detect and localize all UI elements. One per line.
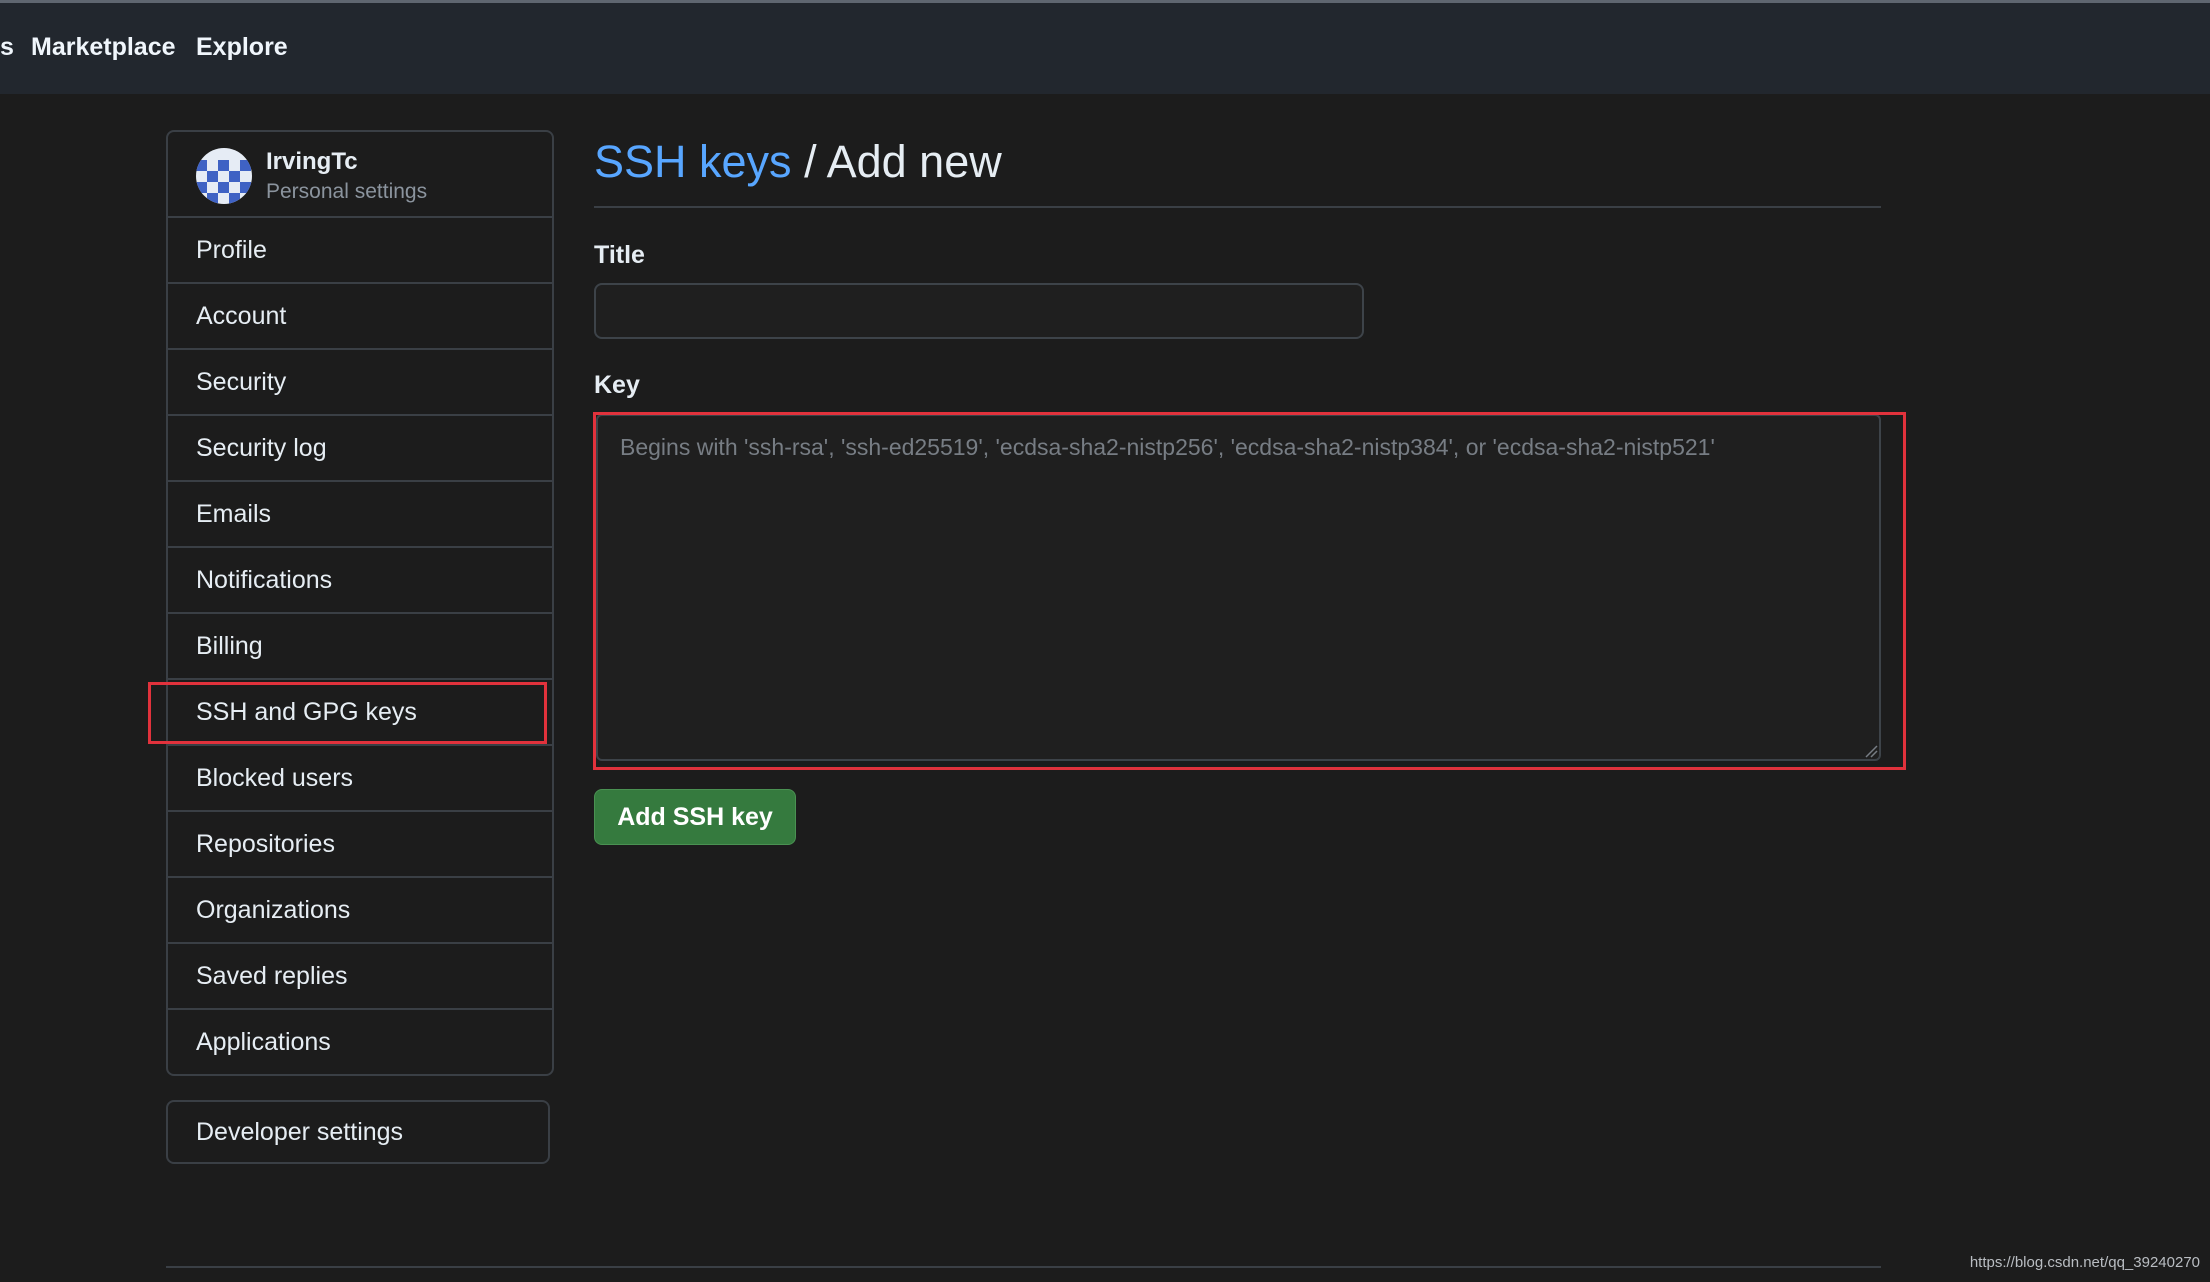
sidebar-item-label: Account <box>196 301 287 330</box>
nav-truncated-item[interactable]: s <box>0 33 14 62</box>
personal-settings-label: Personal settings <box>266 180 428 203</box>
sidebar-item-label: Developer settings <box>196 1117 404 1146</box>
sidebar-item-label: Applications <box>196 1027 331 1056</box>
sidebar-item-label: Profile <box>196 235 267 264</box>
sidebar-item-developer-settings[interactable]: Developer settings <box>166 1100 550 1164</box>
avatar[interactable] <box>196 148 252 204</box>
sidebar-item-label: Blocked users <box>196 763 354 792</box>
breadcrumb: SSH keys / Add new <box>594 136 1002 188</box>
sidebar-item-account[interactable]: Account <box>168 284 552 350</box>
sidebar-item-security-log[interactable]: Security log <box>168 416 552 482</box>
settings-sidebar: IrvingTc Personal settings Profile Accou… <box>166 130 554 1076</box>
username[interactable]: IrvingTc <box>266 148 358 176</box>
add-ssh-key-button[interactable]: Add SSH key <box>594 789 796 845</box>
breadcrumb-ssh-keys-link[interactable]: SSH keys <box>594 136 792 187</box>
sidebar-item-saved-replies[interactable]: Saved replies <box>168 944 552 1010</box>
sidebar-item-label: Organizations <box>196 895 351 924</box>
sidebar-user-header: IrvingTc Personal settings <box>168 132 552 218</box>
sidebar-item-label: Repositories <box>196 829 335 858</box>
sidebar-item-profile[interactable]: Profile <box>168 218 552 284</box>
title-input[interactable] <box>594 283 1364 339</box>
sidebar-item-label: SSH and GPG keys <box>196 697 417 726</box>
sidebar-item-applications[interactable]: Applications <box>168 1010 552 1074</box>
sidebar-item-label: Emails <box>196 499 272 528</box>
footer-divider <box>166 1266 1881 1268</box>
breadcrumb-separator: / <box>791 136 827 187</box>
sidebar-item-billing[interactable]: Billing <box>168 614 552 680</box>
key-label: Key <box>594 371 640 399</box>
sidebar-item-security[interactable]: Security <box>168 350 552 416</box>
sidebar-item-notifications[interactable]: Notifications <box>168 548 552 614</box>
sidebar-item-emails[interactable]: Emails <box>168 482 552 548</box>
sidebar-item-repositories[interactable]: Repositories <box>168 812 552 878</box>
sidebar-item-ssh-gpg-keys[interactable]: SSH and GPG keys <box>168 680 552 746</box>
title-label: Title <box>594 241 645 269</box>
nav-explore-link[interactable]: Explore <box>196 33 288 62</box>
top-nav-bar: s Marketplace Explore <box>0 3 2210 94</box>
page-title: Add new <box>826 136 1002 187</box>
resize-grip-icon[interactable] <box>1864 744 1878 758</box>
watermark-text: https://blog.csdn.net/qq_39240270 <box>1969 1254 2200 1271</box>
sidebar-item-label: Notifications <box>196 565 333 594</box>
sidebar-item-label: Security <box>196 367 287 396</box>
sidebar-item-label: Saved replies <box>196 961 348 990</box>
title-divider <box>594 206 1881 208</box>
sidebar-item-organizations[interactable]: Organizations <box>168 878 552 944</box>
sidebar-item-label: Billing <box>196 631 263 660</box>
sidebar-item-blocked-users[interactable]: Blocked users <box>168 746 552 812</box>
sidebar-item-label: Security log <box>196 433 327 462</box>
nav-marketplace-link[interactable]: Marketplace <box>31 33 176 62</box>
key-textarea[interactable] <box>596 414 1881 761</box>
